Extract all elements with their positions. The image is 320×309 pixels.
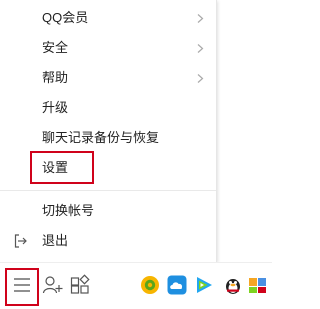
tencent-video-button[interactable] <box>193 274 215 296</box>
qq-game-icon <box>141 276 159 294</box>
chevron-right-icon <box>197 44 204 53</box>
menu-item-label: 切换帐号 <box>42 203 95 218</box>
main-menu: QQ会员 安全 帮助 升级 聊天记录备份与恢复 设置 切换帐号 退出 <box>0 0 217 262</box>
chevron-right-icon <box>197 74 204 83</box>
bottom-toolbar <box>0 262 272 309</box>
chevron-right-icon <box>197 14 204 23</box>
qq-pet-icon <box>226 279 240 294</box>
menu-item-upgrade[interactable]: 升级 <box>0 93 216 123</box>
app-manager-button[interactable] <box>69 274 91 296</box>
settings-highlight-box <box>30 151 94 184</box>
menu-button-highlight-box <box>5 268 39 306</box>
more-apps-button[interactable] <box>247 274 269 296</box>
exit-icon <box>14 234 27 248</box>
menu-separator <box>0 190 216 191</box>
menu-item-label: QQ会员 <box>42 10 89 25</box>
qq-pet-button[interactable] <box>222 274 244 296</box>
app-manager-icon <box>70 274 90 294</box>
weiyun-icon <box>167 275 187 295</box>
tencent-video-icon <box>197 277 212 293</box>
menu-item-label: 升级 <box>42 100 69 115</box>
menu-item-label: 退出 <box>42 233 69 248</box>
weiyun-button[interactable] <box>166 274 188 296</box>
qq-game-button[interactable] <box>139 274 161 296</box>
menu-item-switch-account[interactable]: 切换帐号 <box>0 196 216 226</box>
add-friend-button[interactable] <box>42 274 64 296</box>
menu-item-help[interactable]: 帮助 <box>0 63 216 93</box>
menu-item-label: 聊天记录备份与恢复 <box>42 130 160 145</box>
more-apps-icon <box>249 278 266 293</box>
menu-item-label: 安全 <box>42 40 69 55</box>
add-friend-icon <box>42 276 63 294</box>
menu-item-qq-vip[interactable]: QQ会员 <box>0 3 216 33</box>
menu-item-label: 帮助 <box>42 70 69 85</box>
menu-item-security[interactable]: 安全 <box>0 33 216 63</box>
menu-item-exit[interactable]: 退出 <box>0 226 216 256</box>
menu-item-chat-backup[interactable]: 聊天记录备份与恢复 <box>0 123 216 153</box>
